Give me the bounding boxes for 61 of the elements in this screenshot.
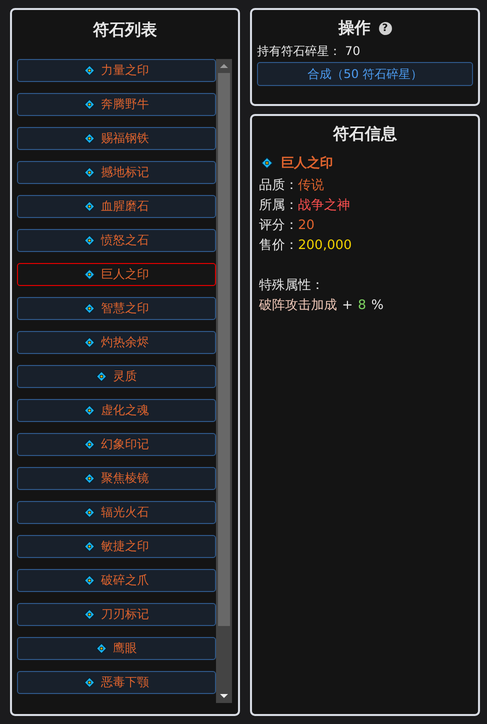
gem-icon <box>261 157 273 169</box>
percent-sign: % <box>371 297 384 315</box>
gem-icon <box>84 201 95 212</box>
rune-list-item[interactable]: 灼热余烬 <box>17 331 216 354</box>
rune-list-item[interactable]: 巨人之印 <box>17 263 216 286</box>
gem-icon <box>84 439 95 450</box>
gem-icon <box>84 405 95 416</box>
field-label: 售价： <box>259 237 298 255</box>
gem-icon <box>96 643 107 654</box>
rune-list-item[interactable]: 辐光火石 <box>17 501 216 524</box>
rune-list-item[interactable]: 奔腾野牛 <box>17 93 216 116</box>
gem-icon <box>96 371 107 382</box>
gem-icon <box>84 235 95 246</box>
rune-list-item[interactable]: 赐福钢铁 <box>17 127 216 150</box>
gem-icon <box>84 99 95 110</box>
gem-icon <box>84 65 95 76</box>
field-label: 所属： <box>259 197 298 215</box>
gem-icon <box>84 609 95 620</box>
field-value: 传说 <box>298 177 324 195</box>
gem-icon <box>84 541 95 552</box>
field-value: 20 <box>298 217 315 235</box>
panel-title: 操作 <box>338 17 370 39</box>
rune-list-item[interactable]: 愤怒之石 <box>17 229 216 252</box>
plus-sign: + <box>342 297 353 315</box>
gem-icon <box>84 575 95 586</box>
field-value: 200,000 <box>298 237 352 255</box>
rune-list-item[interactable]: 撼地标记 <box>17 161 216 184</box>
craft-button[interactable]: 合成（50 符石碎星） <box>257 62 473 86</box>
help-icon[interactable]: ? <box>378 22 392 34</box>
field-value: 战争之神 <box>298 197 350 215</box>
gem-icon <box>84 269 95 280</box>
gem-icon <box>84 677 95 688</box>
rune-list-item[interactable]: 鹰眼 <box>17 637 216 660</box>
gem-icon <box>84 303 95 314</box>
shards-label: 持有符石碎星： <box>257 43 341 60</box>
gem-icon <box>84 133 95 144</box>
panel-title: 符石列表 <box>92 19 158 41</box>
gem-icon <box>84 507 95 518</box>
rune-list-item[interactable]: 聚焦棱镜 <box>17 467 216 490</box>
special-title: 特殊属性： <box>259 277 324 295</box>
rune-list-item[interactable]: 恶毒下颚 <box>17 671 216 694</box>
rune-list-item[interactable]: 灵质 <box>17 365 216 388</box>
rune-list-item[interactable]: 血腥磨石 <box>17 195 216 218</box>
scrollbar[interactable] <box>216 59 232 703</box>
field-label: 品质： <box>259 177 298 195</box>
gem-icon <box>84 167 95 178</box>
special-name: 破阵攻击加成 <box>259 297 337 315</box>
field-label: 评分： <box>259 217 298 235</box>
gem-icon <box>84 473 95 484</box>
rune-list-item[interactable]: 刀刃标记 <box>17 603 216 626</box>
gem-icon <box>84 337 95 348</box>
rune-name: 巨人之印 <box>281 154 333 172</box>
rune-list-item[interactable]: 破碎之爪 <box>17 569 216 592</box>
shards-value: 70 <box>345 43 360 60</box>
rune-list-item[interactable]: 力量之印 <box>17 59 216 82</box>
rune-list-item[interactable]: 敏捷之印 <box>17 535 216 558</box>
rune-list-item[interactable]: 智慧之印 <box>17 297 216 320</box>
rune-list-item[interactable]: 虚化之魂 <box>17 399 216 422</box>
rune-list-item[interactable]: 幻象印记 <box>17 433 216 456</box>
panel-title: 符石信息 <box>332 123 398 145</box>
special-value: 8 <box>358 297 366 315</box>
